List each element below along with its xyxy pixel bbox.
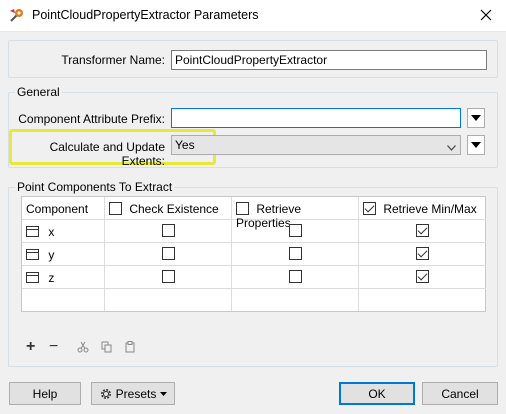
row-icon xyxy=(26,226,39,237)
paste-icon[interactable] xyxy=(124,341,136,356)
checkbox-retrieve-properties-y[interactable] xyxy=(288,247,302,260)
ok-button[interactable]: OK xyxy=(339,382,415,405)
table-cell xyxy=(232,289,359,311)
table-cell xyxy=(105,289,232,311)
components-group-label: Point Components To Extract xyxy=(15,180,175,194)
remove-row-button[interactable]: − xyxy=(49,338,58,356)
row-icon xyxy=(26,272,39,283)
header-checkbox-retrieve-minmax[interactable] xyxy=(363,202,376,215)
cancel-button[interactable]: Cancel xyxy=(422,382,498,405)
help-button[interactable]: Help xyxy=(9,382,81,405)
extents-dropdown[interactable]: Yes xyxy=(171,135,461,155)
table-cell xyxy=(359,243,486,266)
title-bar: PointCloudPropertyExtractor Parameters xyxy=(0,0,506,32)
table-cell xyxy=(105,220,232,243)
general-group-label: General xyxy=(15,85,62,99)
checkbox-retrieve-properties-x[interactable] xyxy=(288,224,302,237)
close-icon[interactable] xyxy=(466,0,506,30)
table-cell xyxy=(359,220,486,243)
prefix-label: Component Attribute Prefix: xyxy=(18,112,165,126)
checkbox-retrieve-minmax-x[interactable] xyxy=(416,224,429,237)
transformer-name-label: Transformer Name: xyxy=(61,53,165,67)
table-row-empty[interactable] xyxy=(22,289,105,311)
components-table: Component Check Existence Retrieve Prope… xyxy=(21,196,486,312)
transformer-name-field[interactable]: PointCloudPropertyExtractor xyxy=(171,50,487,70)
extents-menu-button[interactable] xyxy=(467,135,485,155)
checkbox-check-existence-z[interactable] xyxy=(161,270,175,283)
column-header-check-existence[interactable]: Check Existence xyxy=(105,197,232,220)
triangle-down-icon xyxy=(160,391,168,396)
checkbox-retrieve-minmax-y[interactable] xyxy=(416,247,429,260)
copy-icon[interactable] xyxy=(101,341,113,356)
checkbox-check-existence-y[interactable] xyxy=(161,247,175,260)
table-cell xyxy=(359,289,486,311)
table-row-y-name[interactable]: y xyxy=(22,243,105,266)
table-cell xyxy=(105,243,232,266)
fme-transformer-icon xyxy=(8,7,26,25)
prefix-input[interactable] xyxy=(171,108,461,128)
extents-label: Calculate and Update Extents: xyxy=(49,140,165,168)
table-cell xyxy=(105,266,232,289)
extents-value: Yes xyxy=(175,138,195,152)
column-header-retrieve-minmax[interactable]: Retrieve Min/Max xyxy=(359,197,486,220)
checkbox-retrieve-properties-z[interactable] xyxy=(288,270,302,283)
checkbox-retrieve-minmax-z[interactable] xyxy=(416,270,429,283)
chevron-down-icon xyxy=(447,140,456,154)
table-cell xyxy=(232,220,359,243)
table-cell xyxy=(232,266,359,289)
triangle-down-icon xyxy=(471,115,481,121)
table-cell xyxy=(359,266,486,289)
presets-button[interactable]: Presets xyxy=(91,382,175,405)
gear-icon xyxy=(99,387,113,401)
table-row-x-name[interactable]: x xyxy=(22,220,105,243)
add-row-button[interactable]: + xyxy=(26,338,35,356)
header-checkbox-retrieve-properties[interactable] xyxy=(236,202,249,215)
prefix-menu-button[interactable] xyxy=(467,108,485,128)
header-checkbox-check-existence[interactable] xyxy=(109,202,122,215)
table-row-z-name[interactable]: z xyxy=(22,266,105,289)
window-title: PointCloudPropertyExtractor Parameters xyxy=(32,8,259,22)
triangle-down-icon xyxy=(471,142,481,148)
column-header-component[interactable]: Component xyxy=(22,197,105,220)
cut-icon[interactable] xyxy=(77,341,89,356)
checkbox-check-existence-x[interactable] xyxy=(161,224,175,237)
row-icon xyxy=(26,249,39,260)
column-header-retrieve-properties[interactable]: Retrieve Properties xyxy=(232,197,359,230)
table-cell xyxy=(232,243,359,266)
